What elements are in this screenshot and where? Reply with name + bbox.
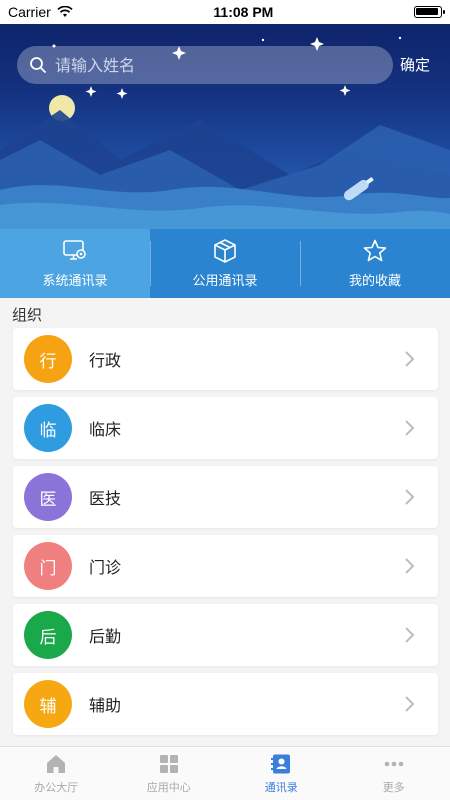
tab-public-contacts[interactable]: 公用通讯录 [150,229,300,298]
chevron-right-icon [405,351,415,367]
nav-contacts[interactable]: 通讯录 [225,747,338,800]
tab-favorites[interactable]: 我的收藏 [300,229,450,298]
nav-app-center[interactable]: 应用中心 [113,747,226,800]
list-item-admin[interactable]: 行 行政 [13,328,438,390]
chevron-right-icon [405,420,415,436]
list-item-label: 辅助 [89,696,122,715]
avatar: 医 [24,473,72,521]
avatar: 行 [24,335,72,383]
tab-label: 系统通讯录 [42,274,108,289]
chevron-right-icon [405,558,415,574]
search-input[interactable] [55,55,355,75]
chevron-right-icon [405,627,415,643]
list-item-label: 医技 [89,489,122,508]
org-list: 行 行政 临 临床 医 医技 门 门诊 后 后勤 辅 辅助 [13,328,438,742]
nav-more[interactable]: 更多 [338,747,450,800]
nav-label: 办公大厅 [34,780,79,794]
nav-label: 应用中心 [146,780,191,794]
status-time: 11:08 PM [213,4,274,20]
list-item-label: 临床 [89,420,122,439]
list-item-logistics[interactable]: 后 后勤 [13,604,438,666]
contact-category-tabs: 系统通讯录 公用通讯录 我的收藏 [0,229,450,298]
list-item-label: 后勤 [89,627,122,646]
tab-system-contacts[interactable]: 系统通讯录 [0,229,150,298]
avatar: 临 [24,404,72,452]
search-bar[interactable] [17,46,393,84]
chevron-right-icon [405,489,415,505]
chevron-right-icon [405,696,415,712]
list-item-outpatient[interactable]: 门 门诊 [13,535,438,597]
nav-office-hall[interactable]: 办公大厅 [0,747,113,800]
more-icon [384,761,404,766]
grid-icon [159,754,178,773]
battery-icon [414,6,445,18]
nav-label: 更多 [382,780,405,794]
status-bar: Carrier 11:08 PM [0,0,450,24]
list-item-label: 门诊 [89,558,122,577]
avatar: 辅 [24,680,72,728]
list-item-clinical[interactable]: 临 临床 [13,397,438,459]
carrier-label: Carrier [8,4,51,20]
avatar: 后 [24,611,72,659]
tab-label: 我的收藏 [348,274,401,289]
star-icon [363,239,387,262]
tab-label: 公用通讯录 [192,274,258,289]
contacts-icon [271,754,291,773]
list-item-medtech[interactable]: 医 医技 [13,466,438,528]
box-icon [214,239,236,263]
bottom-nav: 办公大厅 应用中心 通讯录 更多 [0,746,450,800]
section-title: 组织 [12,306,43,324]
confirm-button[interactable]: 确定 [400,54,430,75]
list-item-auxiliary[interactable]: 辅 辅助 [13,673,438,735]
wifi-icon [57,6,73,17]
avatar: 门 [24,542,72,590]
list-item-label: 行政 [89,351,122,370]
home-icon [47,754,66,773]
search-icon [30,57,46,73]
monitor-gear-icon [63,240,86,260]
nav-label: 通讯录 [264,780,298,794]
